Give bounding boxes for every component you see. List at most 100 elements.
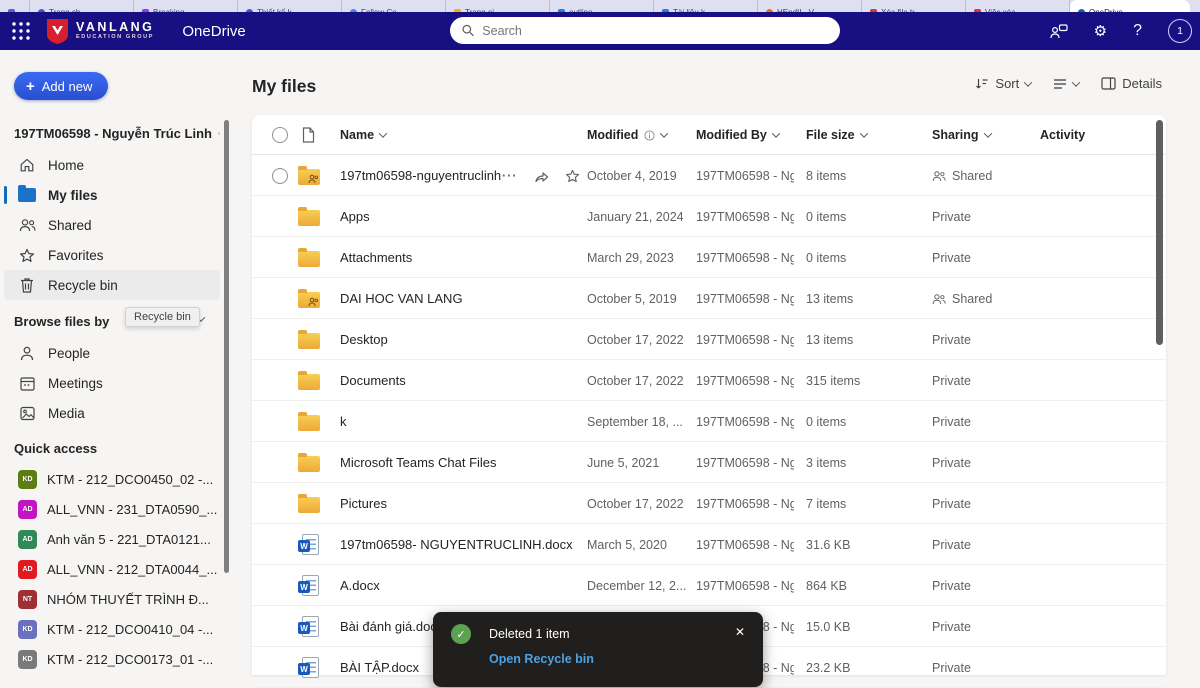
quick-access-heading: Quick access xyxy=(14,441,97,456)
quick-access-item[interactable]: KD KTM - 212_DCO0410_04 -... xyxy=(4,614,220,644)
browser-tab-active-onedrive[interactable]: OneDrive xyxy=(1070,0,1190,12)
sharing-status[interactable]: Private xyxy=(932,497,971,511)
sharing-status[interactable]: Private xyxy=(932,374,971,388)
table-row[interactable]: k September 18, ... 197TM06598 - Ngu 0 i… xyxy=(252,401,1166,442)
view-options-button[interactable] xyxy=(1053,78,1079,90)
column-header-activity[interactable]: Activity xyxy=(1040,115,1085,155)
file-name[interactable]: Documents xyxy=(340,360,580,401)
quick-access-label: ALL_VNN - 212_DTA0044_... xyxy=(47,562,217,577)
column-header-file-size[interactable]: File size xyxy=(806,115,867,155)
account-section[interactable]: 197TM06598 - Nguyễn Trúc Linh xyxy=(14,126,220,141)
browser-tab[interactable]: Thiết kế k... xyxy=(238,0,342,12)
file-size: 23.2 KB xyxy=(806,647,916,688)
file-name[interactable]: Microsoft Teams Chat Files xyxy=(340,442,580,483)
column-header-modified[interactable]: Modified xyxy=(587,115,667,155)
table-row[interactable]: Microsoft Teams Chat Files June 5, 2021 … xyxy=(252,442,1166,483)
sharing-status[interactable]: Private xyxy=(932,333,971,347)
column-header-sharing[interactable]: Sharing xyxy=(932,115,991,155)
sidebar-scrollbar[interactable] xyxy=(224,120,229,573)
table-row[interactable]: A.docx December 12, 2... 197TM06598 - Ng… xyxy=(252,565,1166,606)
browser-tab[interactable]: Follow Co... xyxy=(342,0,446,12)
file-name[interactable]: A.docx xyxy=(340,565,580,606)
sharing-status[interactable]: Private xyxy=(932,456,971,470)
sidebar-item-media[interactable]: Media xyxy=(4,398,220,428)
modified-by: 197TM06598 - Ngu xyxy=(696,401,794,442)
sidebar-item-home[interactable]: Home xyxy=(4,150,220,180)
sharing-status[interactable]: Shared xyxy=(952,169,992,183)
open-recycle-bin-link[interactable]: Open Recycle bin xyxy=(489,652,594,666)
sharing-status[interactable]: Private xyxy=(932,579,971,593)
quick-access-item[interactable]: AD Anh văn 5 - 221_DTA0121... xyxy=(4,524,220,554)
browser-tab[interactable]: outline -... xyxy=(550,0,654,12)
file-name[interactable]: 197tm06598- NGUYENTRUCLINH.docx xyxy=(340,524,580,565)
table-row[interactable]: Desktop October 17, 2022 197TM06598 - Ng… xyxy=(252,319,1166,360)
file-name[interactable]: Desktop xyxy=(340,319,580,360)
quick-access-item[interactable]: KD KTM - 212_DCO0450_02 -... xyxy=(4,464,220,494)
file-type-column-icon[interactable] xyxy=(302,115,315,155)
sharing-status[interactable]: Private xyxy=(932,210,971,224)
quick-access-item[interactable]: NT NHÓM THUYẾT TRÌNH Đ... xyxy=(4,584,220,614)
sort-button[interactable]: Sort xyxy=(975,76,1031,91)
browser-tab[interactable]: HEndII - V... xyxy=(758,0,862,12)
sidebar-item-my-files[interactable]: My files xyxy=(4,180,220,210)
search-input[interactable] xyxy=(482,24,828,38)
vanlang-logo[interactable]: VANLANG EDUCATION GROUP xyxy=(46,18,154,45)
close-icon[interactable]: ✕ xyxy=(735,625,745,639)
browser-tab[interactable]: Tài liệu k... xyxy=(654,0,758,12)
quick-access-item[interactable]: AD ALL_VNN - 212_DTA0044_... xyxy=(4,554,220,584)
favorite-star-icon[interactable] xyxy=(565,169,580,183)
sidebar-item-favorites[interactable]: Favorites xyxy=(4,240,220,270)
details-button[interactable]: Details xyxy=(1101,76,1162,91)
toolbar: Sort Details xyxy=(975,76,1162,91)
sidebar-item-shared[interactable]: Shared xyxy=(4,210,220,240)
feedback-icon[interactable] xyxy=(1050,24,1068,39)
site-initials-icon: AD xyxy=(18,530,37,549)
search-bar[interactable] xyxy=(450,17,840,44)
table-row[interactable]: 197tm06598-nguyentruclinh ··· October 4,… xyxy=(252,155,1166,196)
column-header-name[interactable]: Name xyxy=(340,115,386,155)
table-row[interactable]: 197tm06598- NGUYENTRUCLINH.docx March 5,… xyxy=(252,524,1166,565)
sharing-status[interactable]: Private xyxy=(932,538,971,552)
help-icon[interactable]: ? xyxy=(1133,23,1142,39)
chevron-down-icon xyxy=(379,129,387,137)
quick-access-item[interactable]: KD KTM - 212_DCO0173_01 -... xyxy=(4,644,220,674)
modified-by: 197TM06598 - Ngu xyxy=(696,442,794,483)
file-name[interactable]: k xyxy=(340,401,580,442)
app-launcher-icon[interactable] xyxy=(10,20,32,42)
account-avatar[interactable]: 1 xyxy=(1168,19,1192,43)
browser-tab-pinned[interactable] xyxy=(0,0,30,12)
file-name[interactable]: Pictures xyxy=(340,483,580,524)
table-scrollbar[interactable] xyxy=(1156,120,1163,345)
sidebar-item-people[interactable]: People xyxy=(4,338,220,368)
sharing-status[interactable]: Private xyxy=(932,620,971,634)
table-row[interactable]: Attachments March 29, 2023 197TM06598 - … xyxy=(252,237,1166,278)
browser-tab[interactable]: Việc xóa... xyxy=(966,0,1070,12)
sharing-status[interactable]: Private xyxy=(932,251,971,265)
browser-tab[interactable]: Trang ch... xyxy=(30,0,134,12)
sharing-status[interactable]: Private xyxy=(932,661,971,675)
sidebar-item-label: Meetings xyxy=(48,376,103,391)
file-name[interactable]: DAI HOC VAN LANG xyxy=(340,278,580,319)
table-row[interactable]: Pictures October 17, 2022 197TM06598 - N… xyxy=(252,483,1166,524)
collapse-pane-icon[interactable] xyxy=(218,127,220,140)
table-row[interactable]: DAI HOC VAN LANG October 5, 2019 197TM06… xyxy=(252,278,1166,319)
row-checkbox[interactable] xyxy=(272,168,288,184)
browser-tab[interactable]: Xóa file tr... xyxy=(862,0,966,12)
sharing-status[interactable]: Shared xyxy=(952,292,992,306)
select-all-checkbox[interactable] xyxy=(272,127,288,143)
quick-access-item[interactable]: AD ALL_VNN - 231_DTA0590_... xyxy=(4,494,220,524)
browser-tab[interactable]: Trang ej... xyxy=(446,0,550,12)
column-header-modified-by[interactable]: Modified By xyxy=(696,115,779,155)
file-name[interactable]: Apps xyxy=(340,196,580,237)
table-row[interactable]: Apps January 21, 2024 197TM06598 - Ngu 0… xyxy=(252,196,1166,237)
settings-gear-icon[interactable]: ⚙ xyxy=(1094,24,1107,39)
sidebar-item-recycle-bin[interactable]: Recycle bin xyxy=(4,270,220,300)
file-name[interactable]: Attachments xyxy=(340,237,580,278)
sharing-status[interactable]: Private xyxy=(932,415,971,429)
add-new-button[interactable]: + Add new xyxy=(14,72,108,100)
share-icon[interactable] xyxy=(534,169,549,183)
more-actions-icon[interactable]: ··· xyxy=(502,169,518,183)
sidebar-item-meetings[interactable]: Meetings xyxy=(4,368,220,398)
browser-tab[interactable]: Breaking... xyxy=(134,0,238,12)
table-row[interactable]: Documents October 17, 2022 197TM06598 - … xyxy=(252,360,1166,401)
